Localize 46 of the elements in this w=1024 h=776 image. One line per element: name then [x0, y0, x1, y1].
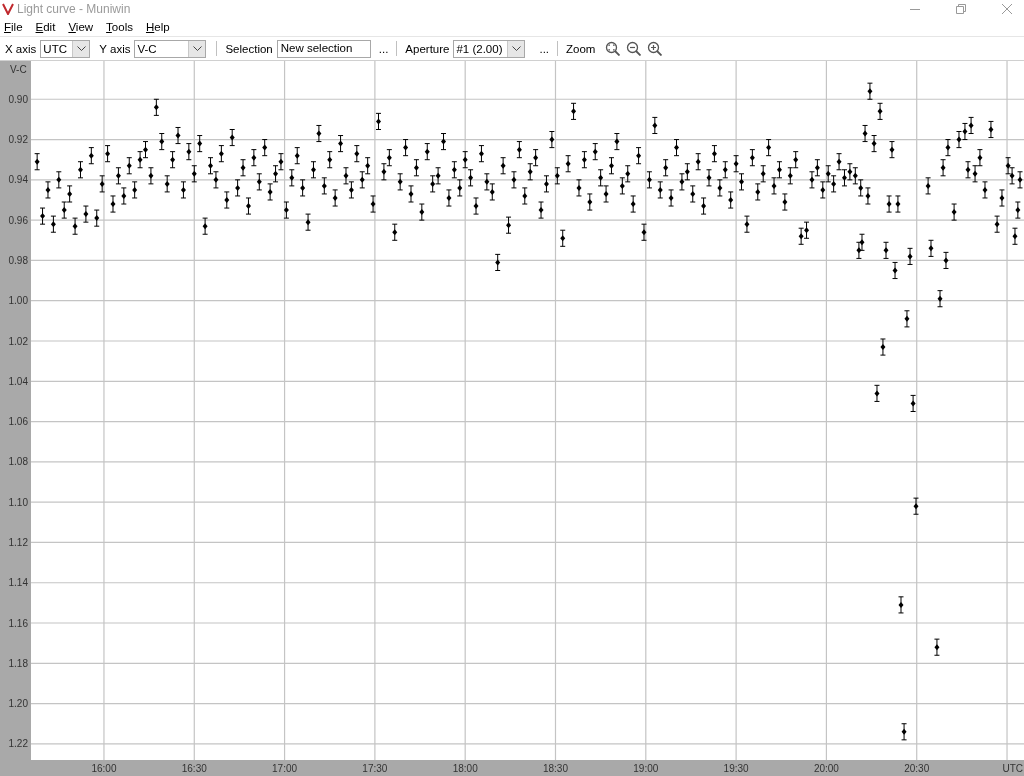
x-tick-label: 19:30: [723, 763, 749, 774]
x-tick-label: 18:00: [452, 763, 478, 774]
y-tick-label: 1.14: [8, 577, 28, 589]
y-tick-label: 1.18: [8, 657, 28, 669]
y-axis-title: V-C: [10, 64, 27, 75]
y-tick-label: 1.02: [8, 335, 28, 347]
more-button[interactable]: ...: [533, 39, 556, 58]
y-tick-label: 0.90: [8, 93, 28, 105]
menu-item[interactable]: Edit: [35, 20, 63, 33]
x-tick-label: 20:00: [813, 763, 839, 774]
toolbar-label: Zoom: [566, 42, 596, 55]
dropdown[interactable]: #1 (2.00): [453, 39, 526, 58]
dropdown[interactable]: UTC: [40, 39, 91, 58]
menu-item[interactable]: Tools: [106, 20, 140, 33]
y-tick-label: 1.04: [8, 375, 28, 387]
toolbar-label: X axis: [5, 42, 37, 55]
x-tick-label: 20:30: [904, 763, 930, 774]
x-tick-label: 19:00: [633, 763, 659, 774]
y-tick-label: 0.98: [8, 254, 28, 266]
toolbar-label: Aperture: [405, 42, 450, 55]
menu-item[interactable]: View: [68, 20, 101, 33]
x-axis-title: UTC: [1002, 763, 1023, 774]
x-tick-label: 17:00: [272, 763, 298, 774]
y-tick-label: 1.16: [8, 617, 28, 629]
x-tick-label: 17:30: [362, 763, 388, 774]
x-tick-label: 18:30: [543, 763, 568, 774]
y-tick-label: 1.22: [8, 738, 28, 750]
y-tick-label: 1.10: [8, 496, 28, 508]
toolbar-label: Selection: [225, 42, 273, 55]
toolbar-label: Y axis: [99, 42, 131, 55]
x-tick-label: 16:00: [91, 763, 117, 774]
y-tick-label: 1.06: [8, 416, 28, 428]
y-tick-label: 0.92: [8, 134, 28, 146]
y-tick-label: 0.96: [8, 214, 28, 226]
window-title: Light curve - Muniwin: [17, 1, 131, 16]
dropdown[interactable]: V-C: [134, 39, 207, 58]
y-tick-label: 1.12: [8, 536, 28, 548]
menu-item[interactable]: File: [4, 20, 30, 33]
y-tick-label: 1.00: [8, 295, 28, 307]
more-button[interactable]: ...: [372, 39, 395, 58]
menu-item[interactable]: Help: [145, 20, 177, 33]
x-tick-label: 16:30: [181, 763, 207, 774]
y-tick-label: 1.20: [8, 698, 28, 710]
y-tick-label: 1.08: [8, 456, 28, 468]
y-tick-label: 0.94: [8, 174, 28, 186]
selection-field[interactable]: New selection: [276, 39, 371, 58]
